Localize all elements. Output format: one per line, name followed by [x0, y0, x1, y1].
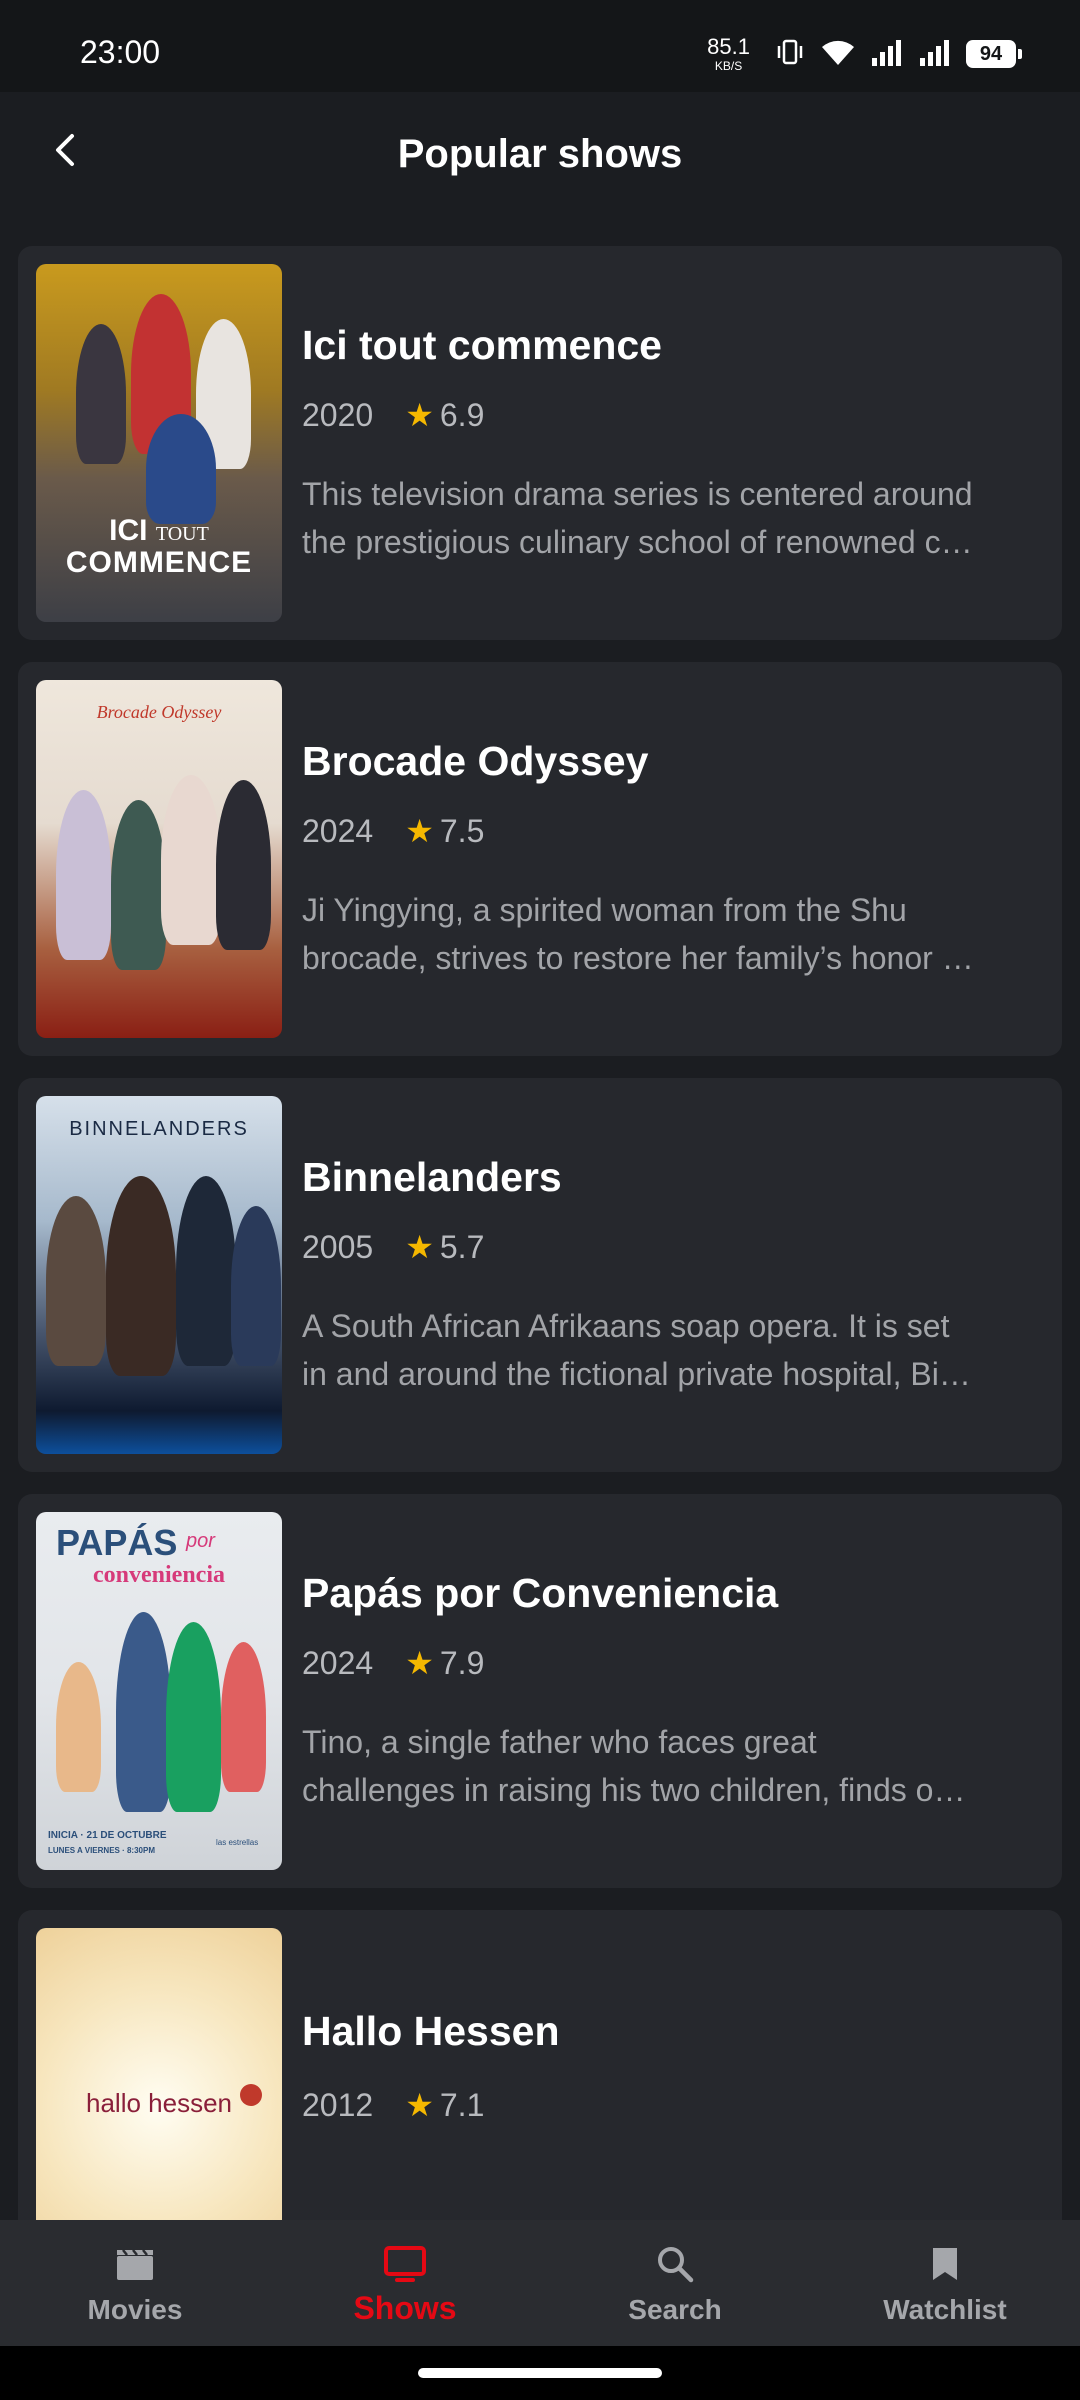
show-card[interactable]: Brocade Odyssey Brocade Odyssey 2024 ★ 7… — [18, 662, 1062, 1056]
nav-movies[interactable]: Movies — [0, 2220, 270, 2346]
nav-label: Movies — [87, 2294, 183, 2325]
show-title: Ici tout commence — [302, 322, 662, 368]
show-card[interactable]: ICI TOUT COMMENCE Ici tout commence 2020… — [18, 246, 1062, 640]
screen: 23:00 85.1 KB/S 94 Popular shows ICI TOU… — [0, 0, 1080, 2400]
overview-line: Tino, a single father who faces great — [302, 1724, 817, 1760]
overview-line: challenges in raising his two children, … — [302, 1772, 966, 1808]
app-header: Popular shows — [0, 92, 1080, 218]
show-overview: Ji Yingying, a spirited woman from the S… — [302, 886, 1062, 982]
show-year: 2012 — [302, 2086, 374, 2123]
vibrate-icon — [774, 36, 806, 73]
show-rating: 6.9 — [439, 396, 485, 433]
nav-label: Search — [628, 2294, 722, 2325]
home-gesture-bar[interactable] — [418, 2368, 662, 2378]
star-icon: ★ — [405, 2087, 434, 2123]
poster-network: las estrellas — [216, 1838, 259, 1847]
star-icon: ★ — [405, 813, 434, 849]
nav-search[interactable]: Search — [540, 2220, 810, 2346]
poster-title-line2: por — [186, 1530, 215, 1552]
nav-watchlist[interactable]: Watchlist — [810, 2220, 1080, 2346]
show-meta: 2020 ★ 6.9 — [302, 396, 484, 434]
search-icon — [653, 2242, 697, 2286]
poster-title-line1: ICI — [109, 514, 148, 547]
show-rating: 5.7 — [439, 1228, 485, 1265]
status-time: 23:00 — [80, 34, 161, 70]
show-rating: 7.1 — [439, 2086, 485, 2123]
network-speed-unit: KB/S — [714, 59, 743, 73]
show-card[interactable]: PAPÁS por conveniencia INICIA · 21 DE OC… — [18, 1494, 1062, 1888]
show-poster: ICI TOUT COMMENCE — [36, 264, 282, 622]
poster-title: BINNELANDERS — [69, 1118, 249, 1140]
cell-signal-2-icon — [918, 38, 952, 71]
network-speed: 85.1 KB/S — [707, 34, 750, 73]
show-meta: 2012 ★ 7.1 — [302, 2086, 484, 2124]
poster-title-line3: COMMENCE — [65, 546, 253, 579]
wifi-icon — [820, 37, 856, 72]
show-overview: Tino, a single father who faces great ch… — [302, 1718, 1062, 1814]
show-title: Papás por Conveniencia — [302, 1570, 779, 1616]
poster-schedule: LUNES A VIERNES · 8:30PM — [48, 1846, 155, 1855]
overview-line: in and around the fictional private hosp… — [302, 1356, 971, 1392]
poster-title-line3: conveniencia — [93, 1562, 225, 1588]
bookmark-icon — [923, 2242, 967, 2286]
show-rating: 7.9 — [439, 1644, 485, 1681]
show-overview: A South African Afrikaans soap opera. It… — [302, 1302, 1062, 1398]
tv-icon — [383, 2242, 427, 2286]
battery-indicator: 94 — [966, 40, 1022, 68]
show-year: 2024 — [302, 812, 374, 849]
status-bar: 23:00 85.1 KB/S 94 — [0, 0, 1080, 92]
star-icon: ★ — [405, 1229, 434, 1265]
overview-line: brocade, strives to restore her family’s… — [302, 940, 974, 976]
nav-shows[interactable]: Shows — [270, 2220, 540, 2346]
show-poster: hallo hessen — [36, 1928, 282, 2220]
show-year: 2005 — [302, 1228, 374, 1265]
overview-line: A South African Afrikaans soap opera. It… — [302, 1308, 950, 1344]
show-poster: PAPÁS por conveniencia INICIA · 21 DE OC… — [36, 1512, 282, 1870]
show-title: Brocade Odyssey — [302, 738, 649, 784]
poster-title-line2: TOUT — [155, 523, 209, 545]
show-year: 2024 — [302, 1644, 374, 1681]
show-overview: This television drama series is centered… — [302, 470, 1062, 566]
show-list[interactable]: ICI TOUT COMMENCE Ici tout commence 2020… — [0, 246, 1080, 2220]
status-icons: 85.1 KB/S 94 — [707, 30, 1022, 78]
star-icon: ★ — [405, 397, 434, 433]
show-card[interactable]: BINNELANDERS Binnelanders 2005 ★ 5.7 A S… — [18, 1078, 1062, 1472]
bottom-navigation: Movies Shows Search Watchlist — [0, 2220, 1080, 2346]
show-meta: 2005 ★ 5.7 — [302, 1228, 484, 1266]
clapperboard-icon — [113, 2242, 157, 2286]
show-meta: 2024 ★ 7.9 — [302, 1644, 484, 1682]
show-poster: Brocade Odyssey — [36, 680, 282, 1038]
poster-title: Brocade Odyssey — [96, 702, 222, 722]
show-title: Binnelanders — [302, 1154, 562, 1200]
show-card[interactable]: hallo hessen Hallo Hessen 2012 ★ 7.1 — [18, 1910, 1062, 2220]
overview-line: the prestigious culinary school of renow… — [302, 524, 973, 560]
show-poster: BINNELANDERS — [36, 1096, 282, 1454]
nav-label: Shows — [353, 2290, 457, 2326]
show-title: Hallo Hessen — [302, 2008, 560, 2054]
show-year: 2020 — [302, 396, 374, 433]
cell-signal-icon — [870, 38, 904, 71]
network-speed-value: 85.1 — [707, 34, 750, 59]
show-meta: 2024 ★ 7.5 — [302, 812, 484, 850]
overview-line: Ji Yingying, a spirited woman from the S… — [302, 892, 907, 928]
star-icon: ★ — [405, 1645, 434, 1681]
nav-label: Watchlist — [883, 2294, 1007, 2325]
show-rating: 7.5 — [439, 812, 485, 849]
overview-line: This television drama series is centered… — [302, 476, 973, 512]
page-title: Popular shows — [397, 132, 683, 176]
